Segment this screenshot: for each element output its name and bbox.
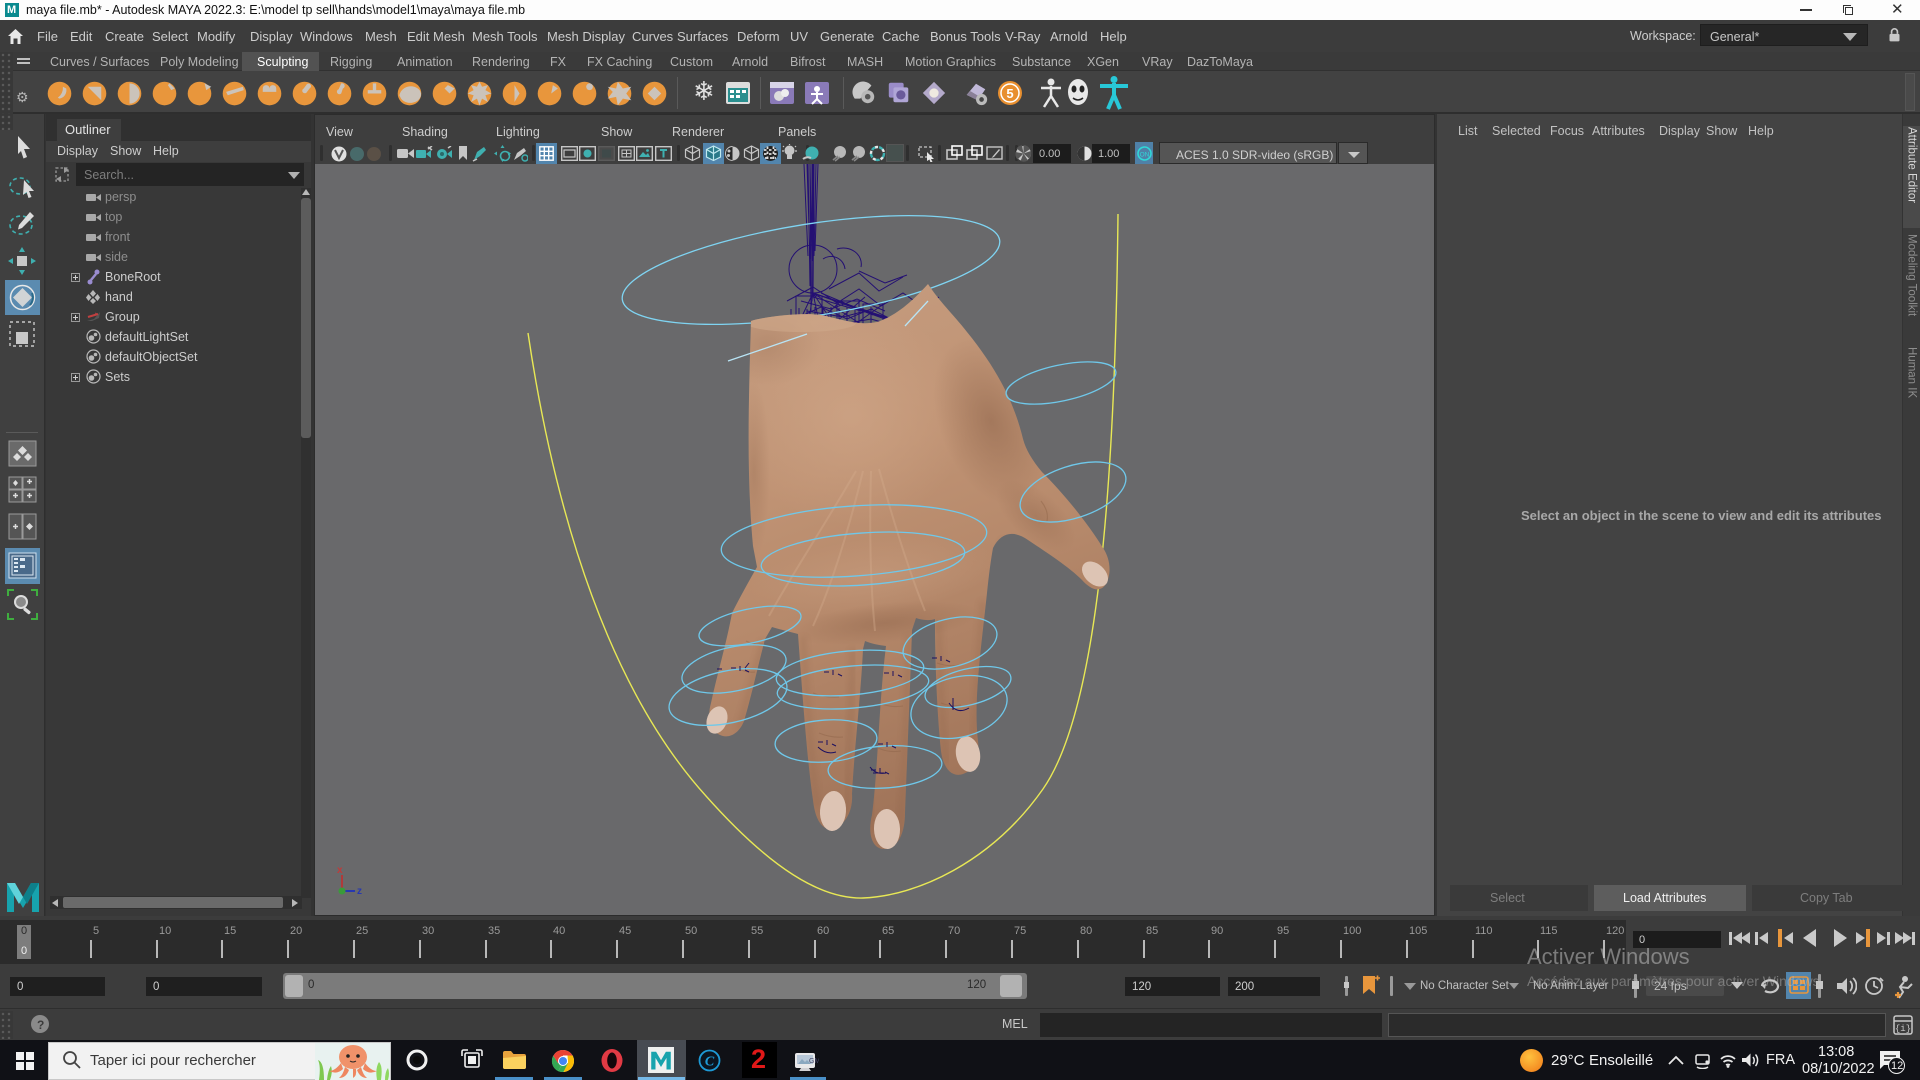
- svg-text:ON: ON: [1140, 152, 1150, 159]
- svg-text:x: x: [337, 865, 343, 876]
- svg-text:C: C: [705, 1055, 715, 1070]
- svg-text:GM: GM: [809, 1058, 819, 1065]
- svg-text:{i}: {i}: [1895, 1024, 1911, 1034]
- svg-text:5: 5: [1006, 86, 1013, 101]
- svg-text:z: z: [357, 886, 362, 897]
